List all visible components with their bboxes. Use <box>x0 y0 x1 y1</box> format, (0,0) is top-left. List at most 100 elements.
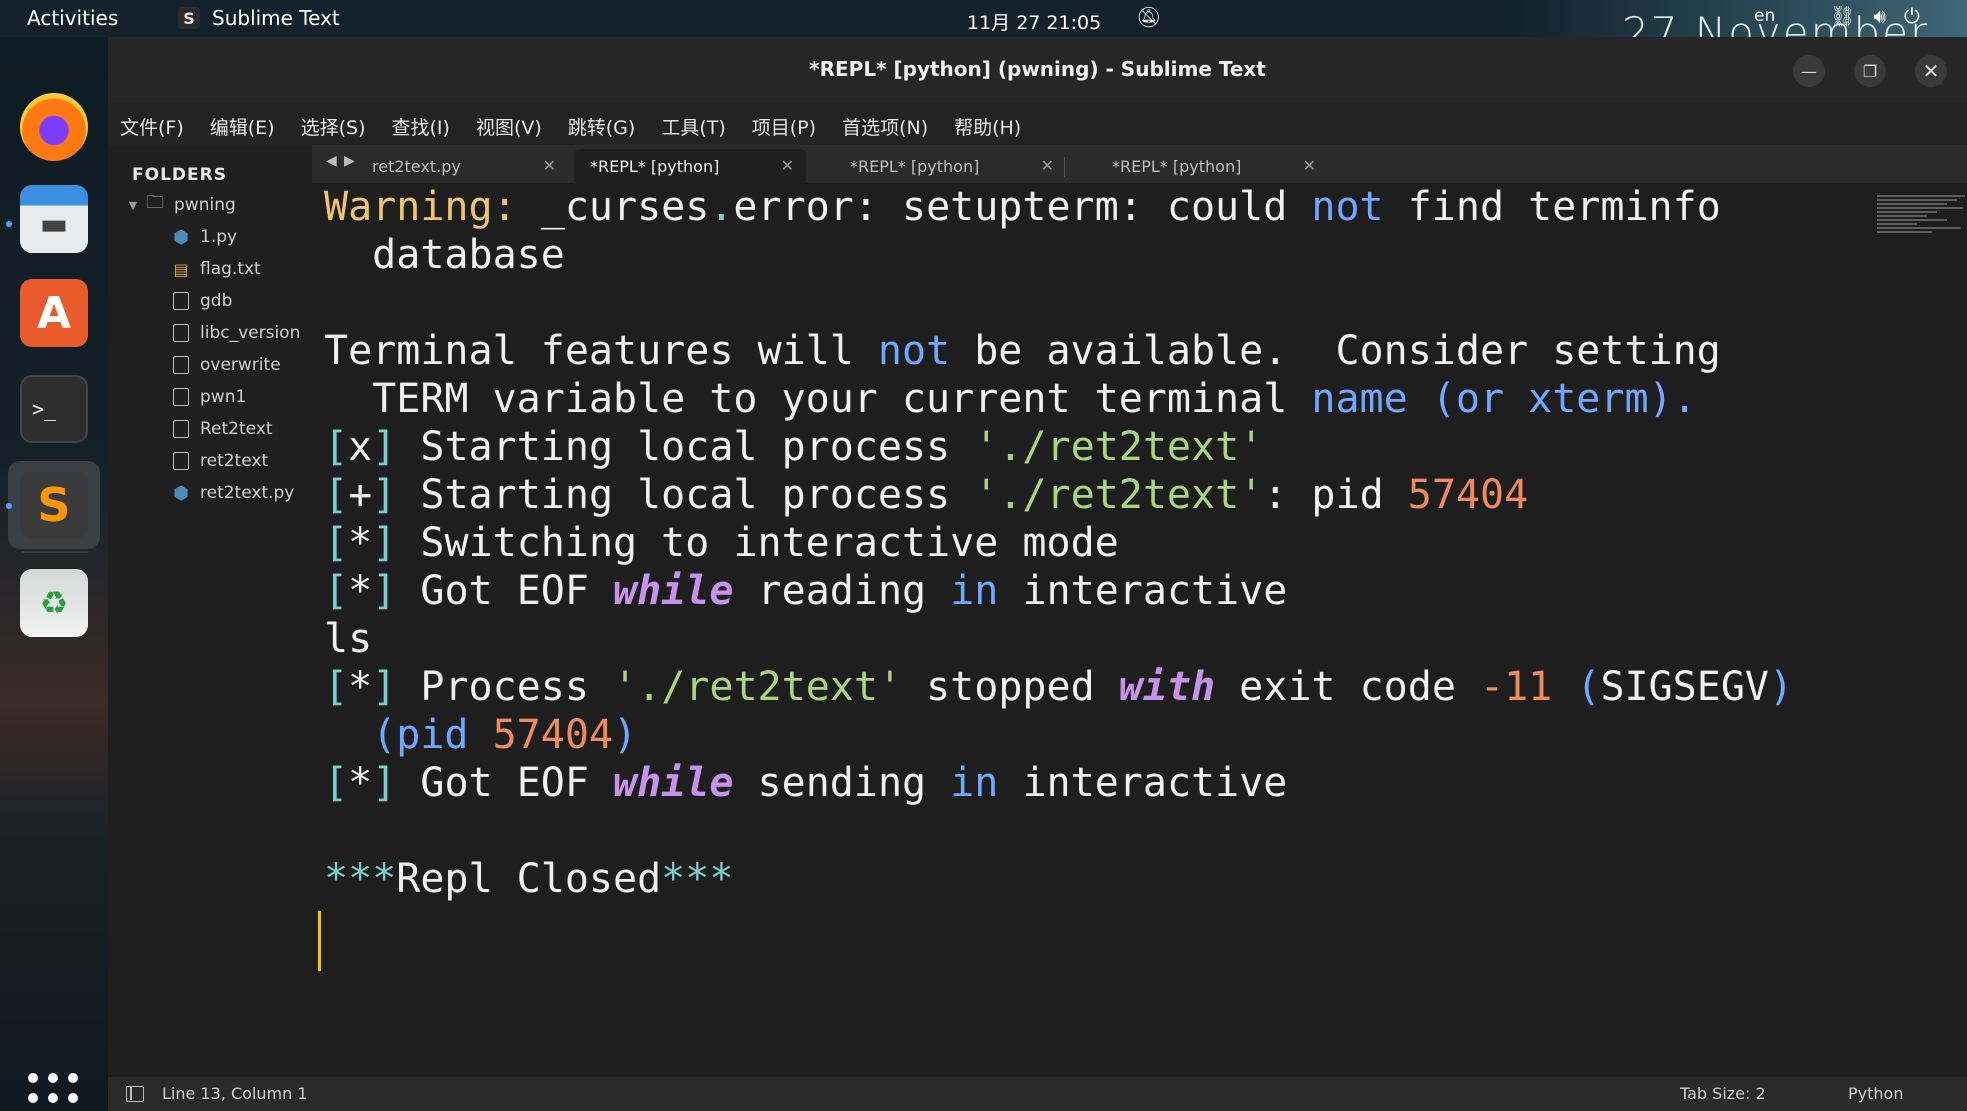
clock[interactable]: 11月 27 21:05 <box>967 8 1101 35</box>
menu-view[interactable]: 视图(V) <box>476 113 542 140</box>
menu-help[interactable]: 帮助(H) <box>954 113 1021 140</box>
folder-pwning[interactable]: ▼ 🗀 pwning <box>128 190 236 220</box>
output-line: ***Repl Closed*** <box>324 856 734 902</box>
python-file-icon: ⬢ <box>173 482 189 504</box>
sidebar-file[interactable]: Ret2text <box>172 414 273 444</box>
file-label: flag.txt <box>200 259 261 279</box>
python-file-icon: ⬢ <box>173 226 189 248</box>
sidebar-file[interactable]: gdb <box>172 286 232 316</box>
folder-icon: 🗀 <box>146 192 164 213</box>
disclosure-triangle-icon[interactable]: ▼ <box>128 195 138 215</box>
panel-toggle-icon[interactable] <box>126 1086 144 1102</box>
tab-repl-active[interactable]: *REPL* [python] ✕ <box>574 149 806 183</box>
tab-label: *REPL* [python] <box>1112 156 1242 176</box>
sidebar-file[interactable]: ⬢ 1.py <box>172 222 237 252</box>
volume-icon: 🔊︎ <box>1873 4 1886 28</box>
tab-label: *REPL* [python] <box>850 156 980 176</box>
close-button[interactable]: ✕ <box>1915 55 1947 87</box>
app-menu[interactable]: S Sublime Text <box>178 6 340 30</box>
status-bar: Line 13, Column 1 Tab Size: 2 Python <box>108 1077 1967 1111</box>
sidebar-file[interactable]: overwrite <box>172 350 281 380</box>
output-line: database <box>324 232 565 278</box>
menu-selection[interactable]: 选择(S) <box>301 113 366 140</box>
tab-close-icon[interactable]: ✕ <box>543 156 556 175</box>
menu-tools[interactable]: 工具(T) <box>661 113 725 140</box>
syntax-selector[interactable]: Python <box>1848 1084 1903 1103</box>
trash-icon[interactable]: ♻ <box>20 569 88 637</box>
file-label: 1.py <box>200 227 238 247</box>
network-icon: ⛓ <box>1830 4 1856 28</box>
folders-header: FOLDERS <box>132 165 227 185</box>
power-icon: ⏻ <box>1904 4 1920 28</box>
dock: ▬ A >_ S ♻ <box>0 37 108 1111</box>
output-line: [*] Switching to interactive mode <box>324 520 1119 566</box>
text-file-icon: ▤ <box>173 259 189 279</box>
running-indicator <box>6 503 12 509</box>
app-store-icon[interactable]: A <box>20 279 88 347</box>
file-label: ret2text.py <box>200 483 295 503</box>
show-apps-grid-icon[interactable] <box>28 1073 78 1111</box>
notification-bell-icon: 🔕︎ <box>1136 5 1162 29</box>
output-line: [*] Got EOF while sending in interactive <box>324 760 1288 806</box>
sidebar: FOLDERS ▼ 🗀 pwning ⬢ 1.py ▤ flag.txt gdb… <box>108 145 312 1077</box>
pid-value: 57404 <box>1407 472 1529 518</box>
pid-value: 57404 <box>492 712 614 758</box>
menu-edit[interactable]: 编辑(E) <box>210 113 275 140</box>
file-label: ret2text <box>200 451 269 471</box>
sidebar-file[interactable]: ▤ flag.txt <box>172 254 261 284</box>
tab-close-icon[interactable]: ✕ <box>1303 156 1316 175</box>
minimap[interactable] <box>1877 195 1967 245</box>
output-line: [x] Starting local process './ret2text' <box>324 424 1264 470</box>
app-menu-label: Sublime Text <box>212 6 340 30</box>
terminal-icon[interactable]: >_ <box>20 375 88 443</box>
file-label: pwn1 <box>200 387 247 407</box>
menu-bar: 文件(F) 编辑(E) 选择(S) 查找(I) 视图(V) 跳转(G) 工具(T… <box>108 107 1967 145</box>
sidebar-file[interactable]: ret2text <box>172 446 268 476</box>
output-line: TERM variable to your current terminal n… <box>324 376 1697 422</box>
dock-separator <box>22 551 88 553</box>
tab-size[interactable]: Tab Size: 2 <box>1680 1084 1766 1103</box>
firefox-icon[interactable] <box>20 93 88 161</box>
sidebar-file[interactable]: ⬢ ret2text.py <box>172 478 294 508</box>
menu-goto[interactable]: 跳转(G) <box>568 113 636 140</box>
tab-ret2text-py[interactable]: ret2text.py ✕ <box>356 149 568 183</box>
menu-preferences[interactable]: 首选项(N) <box>842 113 928 140</box>
sidebar-file[interactable]: pwn1 <box>172 382 246 412</box>
system-tray[interactable]: ⛓ 🔊︎ ⏻ <box>1830 4 1920 28</box>
window-title: *REPL* [python] (pwning) - Sublime Text <box>809 57 1266 81</box>
minimize-button[interactable]: — <box>1793 55 1825 87</box>
desktop: Activities S Sublime Text 11月 27 21:05 🔕… <box>0 0 1967 1111</box>
file-label: libc_version <box>200 323 301 343</box>
tab-forward-icon[interactable]: ▶ <box>344 153 355 169</box>
output-line: Terminal features will not be available.… <box>324 328 1721 374</box>
menu-project[interactable]: 项目(P) <box>752 113 816 140</box>
file-icon <box>172 355 190 375</box>
sidebar-file[interactable]: libc_version <box>172 318 300 348</box>
maximize-button[interactable]: ❐ <box>1854 55 1886 87</box>
tab-bar: ◀ ▶ ret2text.py ✕ *REPL* [python] ✕ *REP… <box>312 145 1967 183</box>
menu-file[interactable]: 文件(F) <box>120 113 184 140</box>
file-label: gdb <box>200 291 233 311</box>
output-line: [*] Process './ret2text' stopped with ex… <box>324 664 1794 710</box>
input-language[interactable]: en <box>1754 6 1775 26</box>
tab-repl[interactable]: *REPL* [python] ✕ <box>834 149 1066 183</box>
files-icon[interactable]: ▬ <box>20 185 88 253</box>
tab-repl[interactable]: *REPL* [python] ✕ <box>1096 149 1328 183</box>
text-cursor <box>318 911 321 971</box>
tab-close-icon[interactable]: ✕ <box>1041 156 1054 175</box>
file-label: overwrite <box>200 355 281 375</box>
tab-separator <box>1064 157 1065 177</box>
title-bar[interactable]: *REPL* [python] (pwning) - Sublime Text … <box>108 37 1967 103</box>
sublime-text-icon[interactable]: S <box>20 471 88 539</box>
tab-back-icon[interactable]: ◀ <box>326 153 337 169</box>
tab-close-icon[interactable]: ✕ <box>781 156 794 175</box>
repl-output[interactable]: Warning: _curses.error: setupterm: could… <box>312 183 1967 1077</box>
folder-label: pwning <box>174 195 236 215</box>
tab-label: ret2text.py <box>372 156 461 176</box>
file-icon <box>172 451 190 471</box>
activities-button[interactable]: Activities <box>27 6 118 30</box>
menu-find[interactable]: 查找(I) <box>392 113 450 140</box>
tab-label: *REPL* [python] <box>590 156 720 176</box>
file-icon <box>172 323 190 343</box>
cursor-position[interactable]: Line 13, Column 1 <box>162 1084 308 1103</box>
